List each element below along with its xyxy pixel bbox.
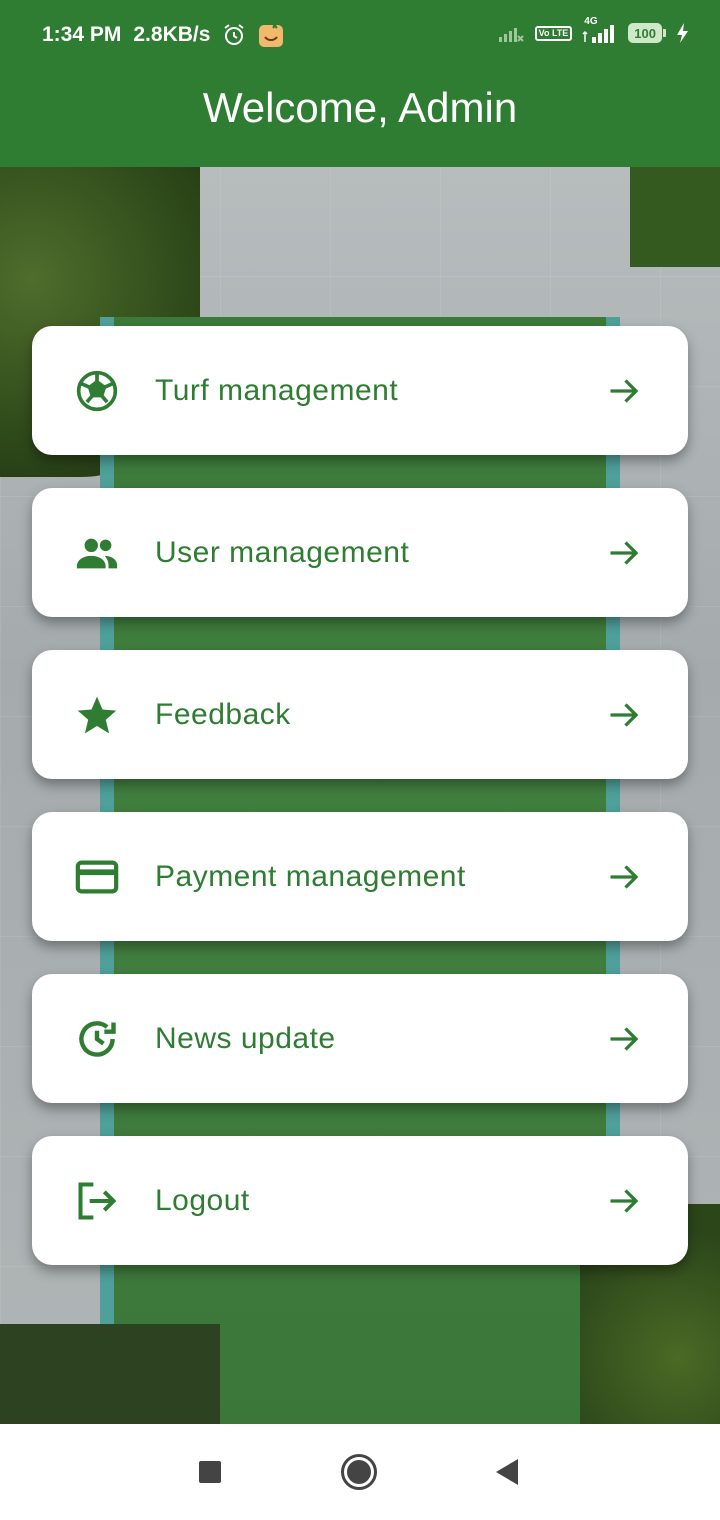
battery-level: 100 <box>628 23 662 43</box>
arrow-right-icon <box>606 535 642 571</box>
arrow-right-icon <box>606 859 642 895</box>
menu-item-logout[interactable]: Logout <box>32 1136 688 1265</box>
top-bar: 1:34 PM 2.8KB/s Vo LTE 4G 100 Welcome, A… <box>0 0 720 167</box>
credit-card-icon <box>74 854 120 900</box>
system-navigation-bar <box>0 1424 720 1520</box>
status-left: 1:34 PM 2.8KB/s <box>42 22 284 48</box>
alarm-icon <box>222 23 246 47</box>
arrow-right-icon <box>606 373 642 409</box>
signal-4g-icon: 4G <box>582 16 618 44</box>
menu-item-payment-management[interactable]: Payment management <box>32 812 688 941</box>
people-icon <box>74 530 120 576</box>
background-foliage-top-right <box>630 167 720 267</box>
notification-app-icon <box>258 22 284 48</box>
menu-item-news-update[interactable]: News update <box>32 974 688 1103</box>
menu-item-label: Feedback <box>155 697 291 731</box>
network-type: 4G <box>584 16 598 27</box>
battery-indicator: 100 <box>628 23 666 43</box>
recent-apps-button[interactable] <box>199 1461 221 1483</box>
status-right: Vo LTE 4G 100 <box>497 16 690 44</box>
arrow-right-icon <box>606 697 642 733</box>
menu-item-feedback[interactable]: Feedback <box>32 650 688 779</box>
menu-item-turf-management[interactable]: Turf management <box>32 326 688 455</box>
menu-item-label: Logout <box>155 1183 250 1217</box>
star-icon <box>74 692 120 738</box>
volte-badge: Vo LTE <box>534 25 573 41</box>
battery-tip <box>663 29 666 37</box>
menu-item-label: User management <box>155 535 410 569</box>
menu-item-user-management[interactable]: User management <box>32 488 688 617</box>
status-bar: 1:34 PM 2.8KB/s Vo LTE 4G 100 <box>0 0 720 70</box>
update-clock-icon <box>74 1016 120 1062</box>
charging-icon <box>676 22 690 44</box>
signal-weak-icon <box>497 23 525 43</box>
arrow-right-icon <box>606 1021 642 1057</box>
network-speed: 2.8KB/s <box>133 23 211 46</box>
menu-item-label: Turf management <box>155 373 399 407</box>
background-foliage-bottom-left <box>0 1324 220 1424</box>
home-button[interactable] <box>341 1454 377 1490</box>
page-title: Welcome, Admin <box>202 84 518 131</box>
soccer-ball-icon <box>74 368 120 414</box>
logout-icon <box>74 1178 120 1224</box>
home-dot-icon <box>347 1460 371 1484</box>
status-time: 1:34 PM <box>42 23 122 46</box>
menu-item-label: Payment management <box>155 859 466 893</box>
menu-item-label: News update <box>155 1021 336 1055</box>
admin-menu: Turf management User management Feedback… <box>32 326 688 1298</box>
arrow-right-icon <box>606 1183 642 1219</box>
back-button[interactable] <box>496 1459 518 1485</box>
